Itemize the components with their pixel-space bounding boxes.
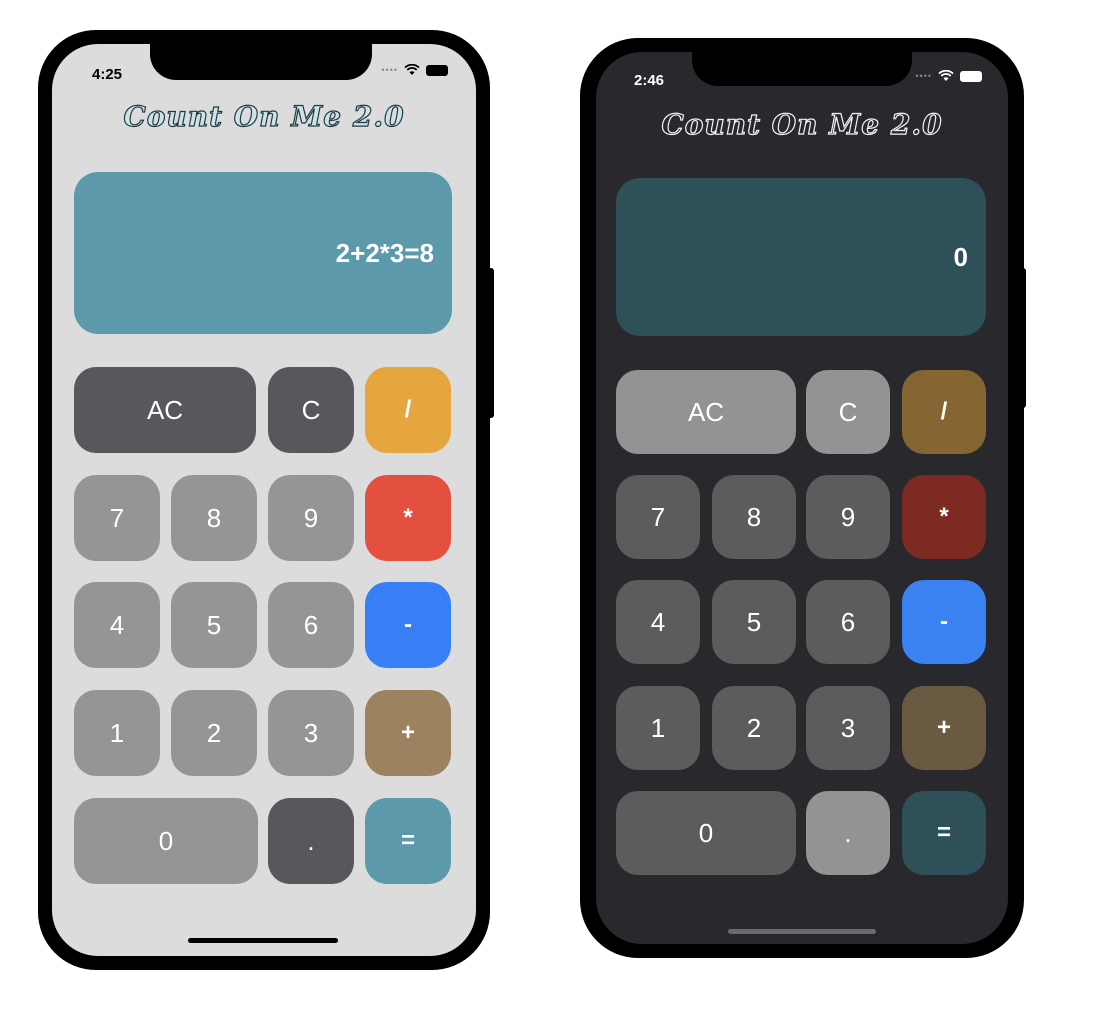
app-title: Count On Me 2.0 [661,107,943,141]
signal-icon: •••• [381,65,398,75]
digit-3-button[interactable]: 3 [806,686,890,770]
digit-8-button[interactable]: 8 [712,475,796,559]
notch [150,44,372,80]
app-title: Count On Me 2.0 [123,99,405,133]
digit-2-button[interactable]: 2 [712,686,796,770]
battery-icon [426,64,448,76]
phone-light: 4:25 •••• Count On Me 2.0 2+2*3=8 AC C /… [38,30,494,970]
status-time: 2:46 [634,72,665,89]
digit-5-button[interactable]: 5 [171,582,257,668]
digit-4-button[interactable]: 4 [74,582,160,668]
digit-6-button[interactable]: 6 [268,582,354,668]
digit-4-button[interactable]: 4 [616,580,700,664]
status-icons: •••• [915,70,982,82]
home-indicator[interactable] [728,929,876,934]
all-clear-button[interactable]: AC [616,370,796,454]
clear-button[interactable]: C [268,367,354,453]
decimal-button[interactable]: . [268,798,354,884]
multiply-button[interactable]: * [902,475,986,559]
digit-3-button[interactable]: 3 [268,690,354,776]
clear-button[interactable]: C [806,370,890,454]
wifi-icon [404,64,420,75]
digit-9-button[interactable]: 9 [268,475,354,561]
plus-button[interactable]: + [365,690,451,776]
status-time: 4:25 [92,66,123,83]
digit-8-button[interactable]: 8 [171,475,257,561]
plus-button[interactable]: + [902,686,986,770]
signal-icon: •••• [915,71,932,81]
status-icons: •••• [381,64,448,76]
digit-6-button[interactable]: 6 [806,580,890,664]
digit-7-button[interactable]: 7 [616,475,700,559]
screen-light: 4:25 •••• Count On Me 2.0 2+2*3=8 AC C /… [52,44,476,956]
minus-button[interactable]: - [365,582,451,668]
digit-1-button[interactable]: 1 [616,686,700,770]
phone-dark: 2:46 •••• Count On Me 2.0 0 AC C / 7 8 9… [580,38,1026,958]
notch [692,52,912,86]
digit-2-button[interactable]: 2 [171,690,257,776]
digit-7-button[interactable]: 7 [74,475,160,561]
equals-button[interactable]: = [902,791,986,875]
side-button [1020,268,1026,408]
divide-button[interactable]: / [365,367,451,453]
wifi-icon [938,70,954,81]
decimal-button[interactable]: . [806,791,890,875]
calculator-display: 2+2*3=8 [74,172,452,334]
minus-button[interactable]: - [902,580,986,664]
equals-button[interactable]: = [365,798,451,884]
digit-0-button[interactable]: 0 [616,791,796,875]
divide-button[interactable]: / [902,370,986,454]
multiply-button[interactable]: * [365,475,451,561]
screen-dark: 2:46 •••• Count On Me 2.0 0 AC C / 7 8 9… [596,52,1008,944]
digit-0-button[interactable]: 0 [74,798,258,884]
digit-1-button[interactable]: 1 [74,690,160,776]
digit-9-button[interactable]: 9 [806,475,890,559]
calculator-display: 0 [616,178,986,336]
battery-icon [960,70,982,82]
all-clear-button[interactable]: AC [74,367,256,453]
side-button [486,268,494,418]
home-indicator[interactable] [188,938,338,943]
digit-5-button[interactable]: 5 [712,580,796,664]
